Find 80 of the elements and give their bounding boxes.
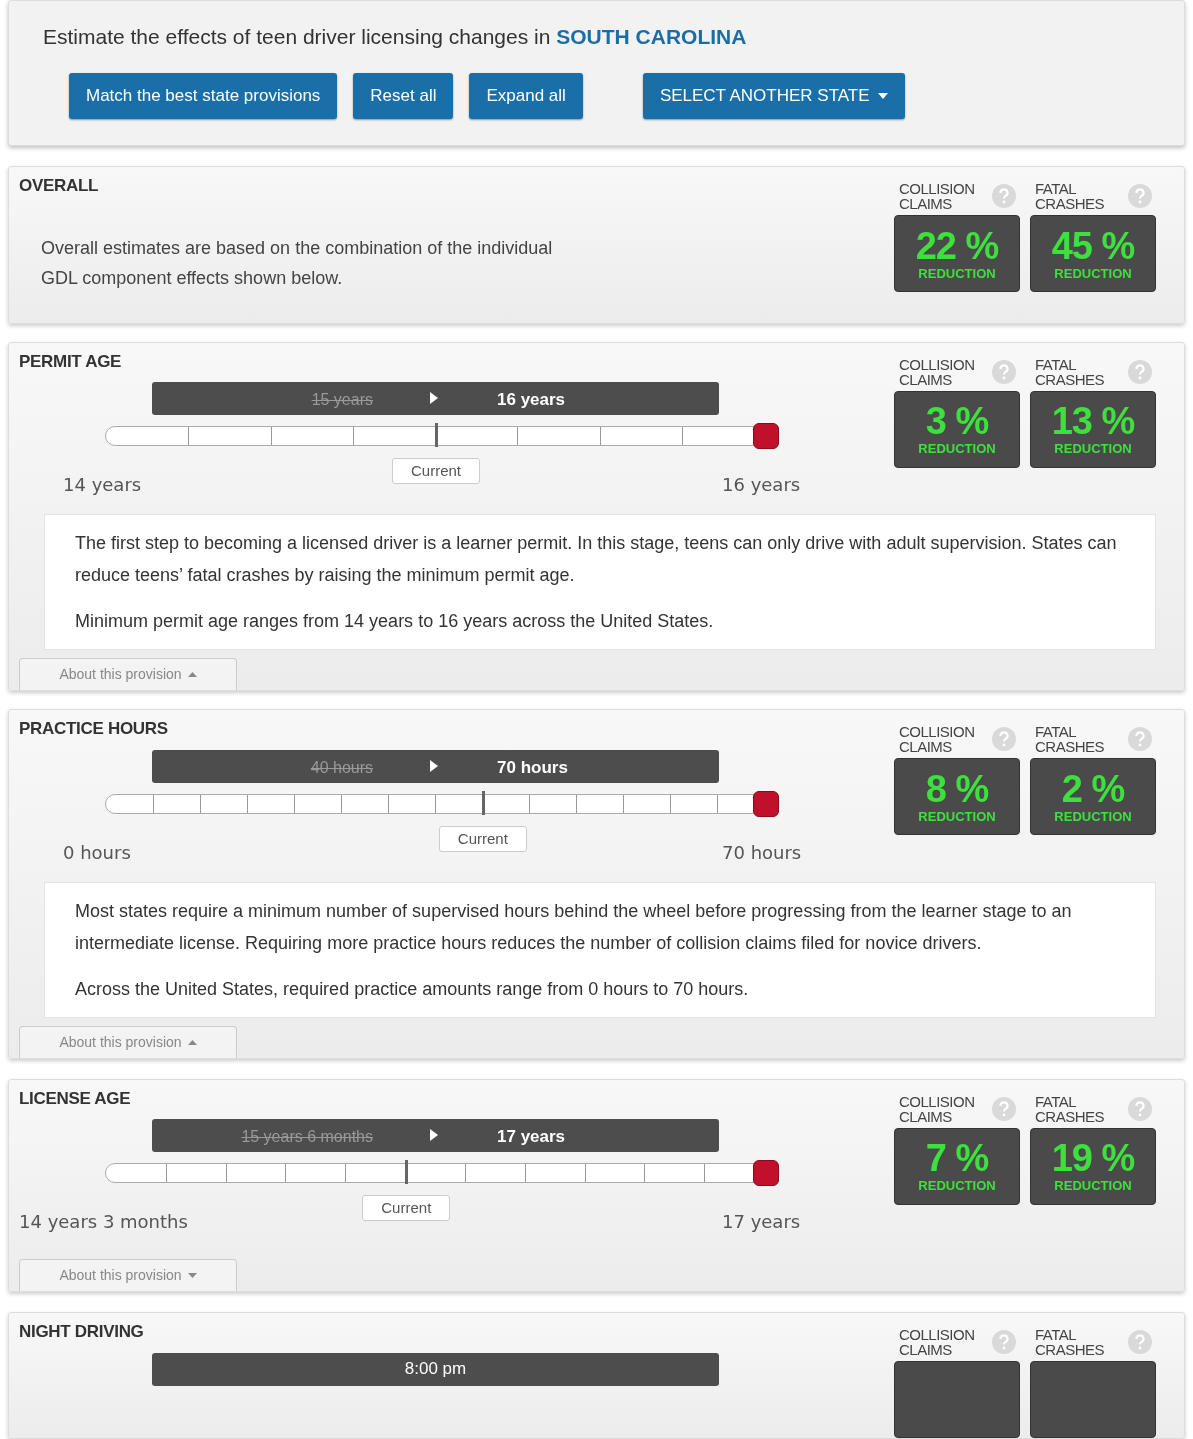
help-icon[interactable]: [1128, 727, 1152, 751]
metric-value: 13 %: [1051, 401, 1135, 441]
description-text: Minimum permit age ranges from 14 years to 16 years across the United States.: [75, 610, 715, 633]
current-tag: Current: [438, 825, 527, 852]
arrow-icon: [430, 392, 438, 404]
section-title: OVERALL: [19, 175, 100, 197]
range-slider[interactable]: [105, 789, 779, 818]
page-title: Estimate the effects of teen driver licensing changes in SOUTH CAROLINA: [43, 24, 748, 50]
action-button[interactable]: Reset all: [353, 73, 454, 119]
metric-unit: REDUCTION: [1054, 441, 1132, 457]
metric-unit: REDUCTION: [1054, 808, 1132, 825]
min-label: 0 hours: [63, 840, 131, 865]
metric-label: FATAL CRASHES: [1035, 1327, 1106, 1357]
about-provision-tab[interactable]: About this provision: [19, 658, 237, 690]
arrow-icon: [430, 759, 438, 772]
section-title: PRACTICE HOURS: [19, 718, 169, 740]
max-label: 70 hours: [722, 840, 802, 865]
metric-label: COLLISION CLAIMS: [899, 1327, 976, 1357]
help-icon[interactable]: [992, 184, 1016, 208]
metric-label: FATAL CRASHES: [1035, 1093, 1106, 1124]
new-value: 17 years: [497, 1126, 566, 1148]
previous-value: 15 years: [311, 390, 373, 410]
metric-label: FATAL CRASHES: [1035, 356, 1106, 387]
new-value: 16 years: [497, 389, 566, 411]
metric-value: 2 %: [1061, 768, 1125, 809]
metric-value: 3 %: [925, 401, 989, 441]
help-icon[interactable]: [992, 727, 1016, 751]
about-provision-tab[interactable]: About this provision: [19, 1259, 237, 1291]
help-icon[interactable]: [1128, 184, 1152, 208]
action-button[interactable]: Expand all: [469, 73, 583, 119]
section-title: PERMIT AGE: [19, 350, 123, 373]
metric-label: FATAL CRASHES: [1035, 724, 1106, 754]
caret-icon: [877, 93, 888, 99]
description-text: Across the United States, required practice amounts range from 0 hours to 70 hours.: [75, 977, 750, 1001]
metric-unit: REDUCTION: [1054, 265, 1132, 282]
previous-value: 40 hours: [310, 757, 373, 778]
description-text: Most states require a minimum number of supervised hours behind the wheel before progressing from the learner stage to an intermediate license. Requiring more practice hours reduces the number of collision claims filed for novice drivers.: [75, 899, 1073, 955]
metric-unit: REDUCTION: [918, 1178, 996, 1194]
metric-label: FATAL CRASHES: [1035, 181, 1106, 211]
slider-thumb[interactable]: [753, 423, 779, 449]
min-label: 14 years 3 months: [19, 1210, 188, 1234]
slider-thumb[interactable]: [753, 1160, 779, 1186]
current-tag: Current: [392, 458, 480, 484]
range-slider[interactable]: [105, 422, 779, 450]
section-title: NIGHT DRIVING: [19, 1321, 145, 1343]
metric-label: COLLISION CLAIMS: [899, 356, 976, 387]
state-dropdown[interactable]: SELECT ANOTHER STATE: [642, 73, 905, 119]
section-title: LICENSE AGE: [19, 1087, 132, 1110]
previous-value: 15 years 6 months: [241, 1127, 373, 1147]
min-label: 14 years: [63, 473, 142, 497]
action-button[interactable]: Match the best state provisions: [69, 73, 338, 119]
metric-value: 7 %: [925, 1138, 989, 1178]
range-slider[interactable]: [105, 1159, 779, 1187]
slider-thumb[interactable]: [753, 790, 779, 817]
metric-value: 22 %: [915, 225, 999, 266]
help-icon[interactable]: [1128, 359, 1152, 384]
metric-unit: REDUCTION: [1054, 1178, 1132, 1194]
new-value: 70 hours: [497, 756, 568, 779]
max-label: 16 years: [722, 473, 801, 497]
new-value: 8:00 pm: [404, 1358, 467, 1381]
help-icon[interactable]: [1128, 1330, 1152, 1354]
description-text: The first step to becoming a licensed driver is a learner permit. In this stage, teens can only drive with adult supervision. States can reduce teens’ fatal crashes by raising the minimum permit age.: [75, 532, 1118, 587]
arrow-icon: [430, 1129, 438, 1141]
about-provision-tab[interactable]: About this provision: [19, 1025, 237, 1058]
metric-label: COLLISION CLAIMS: [899, 181, 976, 211]
metric-unit: REDUCTION: [918, 441, 996, 457]
metric-value: 45 %: [1051, 225, 1135, 266]
help-icon[interactable]: [1128, 1096, 1152, 1121]
metric-label: COLLISION CLAIMS: [899, 1093, 976, 1124]
help-icon[interactable]: [992, 1330, 1016, 1354]
metric-value: 19 %: [1051, 1138, 1135, 1178]
metric-unit: REDUCTION: [918, 808, 996, 825]
metric-label: COLLISION CLAIMS: [899, 724, 976, 754]
max-label: 17 years: [722, 1210, 801, 1234]
help-icon[interactable]: [992, 1096, 1016, 1121]
metric-value: 8 %: [925, 768, 989, 809]
overall-summary: Overall estimates are based on the combination of the individual GDL component effects shown below.: [41, 236, 554, 290]
current-tag: Current: [362, 1195, 451, 1221]
help-icon[interactable]: [992, 359, 1016, 384]
metric-unit: REDUCTION: [918, 265, 996, 282]
